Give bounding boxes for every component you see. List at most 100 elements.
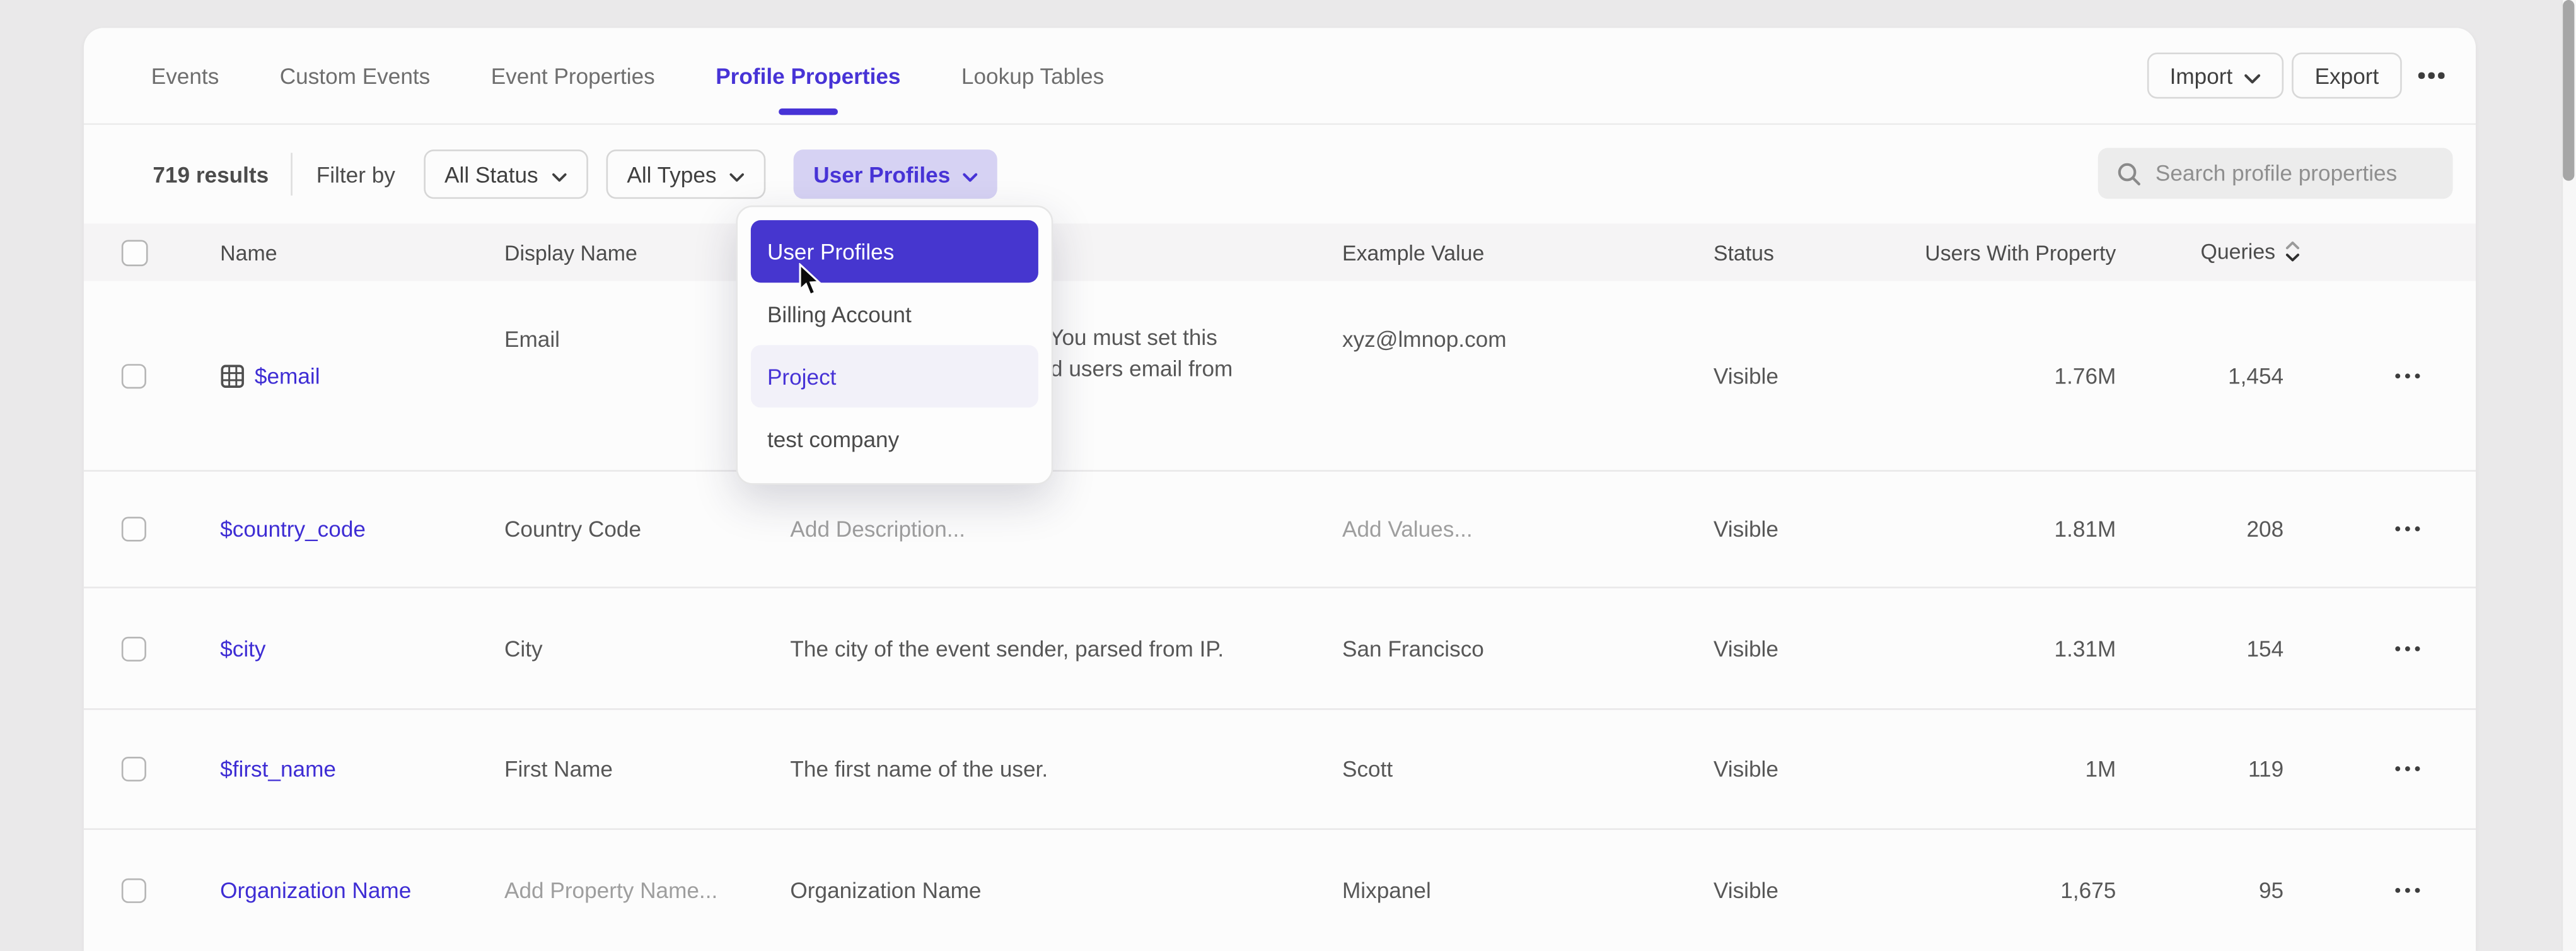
more-actions-button[interactable]: [2410, 52, 2453, 98]
column-header-display-name: Display Name: [504, 240, 637, 264]
tab-events[interactable]: Events: [151, 27, 219, 124]
search-input[interactable]: [2155, 161, 2435, 185]
status-cell: Visible: [1714, 878, 1778, 903]
tab-bar: Events Custom Events Event Properties Pr…: [84, 28, 2476, 125]
queries-cell: 208: [2246, 517, 2283, 542]
property-name-link[interactable]: $email: [220, 363, 320, 388]
type-filter-dropdown[interactable]: All Types: [606, 149, 766, 199]
description-cell[interactable]: The city of the event sender, parsed fro…: [790, 636, 1224, 660]
row-checkbox[interactable]: [122, 757, 146, 781]
row-more-button[interactable]: [2392, 366, 2423, 385]
more-icon: [2419, 73, 2425, 78]
users-with-property-cell: 1.31M: [2055, 636, 2116, 660]
tab-event-properties[interactable]: Event Properties: [491, 27, 655, 124]
table-row[interactable]: $first_name First Name The first name of…: [84, 708, 2476, 828]
scrollbar-thumb[interactable]: [2563, 0, 2574, 181]
users-with-property-cell: 1M: [2085, 757, 2116, 781]
export-label: Export: [2315, 63, 2379, 88]
sort-icon: [2285, 240, 2300, 266]
table-row[interactable]: $email Email The user's email address. Y…: [84, 281, 2476, 470]
example-value-cell[interactable]: Add Values...: [1342, 517, 1473, 542]
property-name-link[interactable]: Organization Name: [220, 878, 411, 903]
row-checkbox[interactable]: [122, 363, 146, 388]
example-value-cell[interactable]: xyz@lmnop.com: [1342, 327, 1507, 352]
status-cell: Visible: [1714, 636, 1778, 660]
row-checkbox[interactable]: [122, 636, 146, 660]
table-row[interactable]: $city City The city of the event sender,…: [84, 586, 2476, 708]
chevron-down-icon: [552, 162, 566, 187]
users-with-property-cell: 1.76M: [2055, 363, 2116, 388]
display-name-cell[interactable]: Email: [504, 327, 560, 352]
dropdown-item-billing-account[interactable]: Billing Account: [751, 283, 1038, 345]
property-name-link[interactable]: $city: [220, 636, 265, 660]
mouse-cursor-icon: [798, 263, 823, 306]
dropdown-item-user-profiles[interactable]: User Profiles: [751, 220, 1038, 283]
example-value-cell[interactable]: San Francisco: [1342, 636, 1484, 660]
filter-bar: 719 results Filter by All Status All Typ…: [84, 125, 2476, 223]
display-name-cell[interactable]: Country Code: [504, 517, 641, 542]
tab-custom-events[interactable]: Custom Events: [280, 27, 431, 124]
column-header-example-value: Example Value: [1342, 240, 1484, 264]
profile-properties-page: Events Custom Events Event Properties Pr…: [0, 0, 2576, 951]
row-more-button[interactable]: [2392, 882, 2423, 901]
tab-lookup-tables[interactable]: Lookup Tables: [961, 27, 1104, 124]
lexicon-card: Events Custom Events Event Properties Pr…: [84, 28, 2476, 951]
status-filter-dropdown[interactable]: All Status: [423, 149, 588, 199]
more-icon: [2395, 888, 2401, 894]
status-filter-label: All Status: [444, 162, 538, 187]
more-icon: [2395, 373, 2401, 378]
select-all-checkbox[interactable]: [122, 239, 148, 265]
example-value-cell[interactable]: Mixpanel: [1342, 878, 1431, 903]
search-box: [2098, 148, 2453, 199]
display-name-cell[interactable]: Add Property Name...: [504, 878, 717, 903]
users-with-property-cell: 1,675: [2060, 878, 2116, 903]
more-icon: [2395, 527, 2401, 532]
example-value-cell[interactable]: Scott: [1342, 757, 1393, 781]
header-actions: Import Export: [2147, 52, 2452, 98]
queries-cell: 95: [2259, 878, 2283, 903]
type-filter-label: All Types: [627, 162, 716, 187]
status-cell: Visible: [1714, 517, 1778, 542]
search-icon: [2116, 160, 2142, 187]
display-name-cell[interactable]: City: [504, 636, 543, 660]
tab-profile-properties[interactable]: Profile Properties: [716, 27, 900, 124]
property-name-link[interactable]: $country_code: [220, 517, 366, 542]
row-more-button[interactable]: [2392, 520, 2423, 539]
description-cell[interactable]: Add Description...: [790, 517, 965, 542]
row-more-button[interactable]: [2392, 760, 2423, 779]
chevron-down-icon: [963, 162, 978, 187]
queries-cell: 1,454: [2228, 363, 2283, 388]
queries-cell: 154: [2246, 636, 2283, 660]
queries-cell: 119: [2248, 757, 2283, 781]
entity-filter-label: User Profiles: [813, 162, 950, 187]
description-cell[interactable]: Organization Name: [790, 878, 981, 903]
table-row[interactable]: $country_code Country Code Add Descripti…: [84, 470, 2476, 586]
table-row[interactable]: Organization Name Add Property Name... O…: [84, 828, 2476, 951]
column-header-users-with-property: Users With Property: [1925, 240, 2116, 264]
chevron-down-icon: [2244, 63, 2261, 88]
column-header-name: Name: [220, 240, 277, 264]
property-name-link[interactable]: $first_name: [220, 757, 336, 781]
export-button[interactable]: Export: [2292, 52, 2402, 98]
divider: [290, 153, 292, 195]
entity-filter-dropdown[interactable]: User Profiles: [794, 149, 998, 199]
column-header-status: Status: [1714, 240, 1774, 264]
row-checkbox[interactable]: [122, 517, 146, 542]
row-more-button[interactable]: [2392, 639, 2423, 658]
table-header: Name Display Name Description Example Va…: [84, 223, 2476, 281]
status-cell: Visible: [1714, 363, 1778, 388]
users-with-property-cell: 1.81M: [2055, 517, 2116, 542]
more-icon: [2395, 766, 2401, 772]
chevron-down-icon: [729, 162, 744, 187]
dropdown-item-test-company[interactable]: test company: [751, 407, 1038, 470]
column-header-queries[interactable]: Queries: [2200, 238, 2300, 266]
description-cell[interactable]: The first name of the user.: [790, 757, 1048, 781]
display-name-cell[interactable]: First Name: [504, 757, 613, 781]
row-checkbox[interactable]: [122, 878, 146, 903]
status-cell: Visible: [1714, 757, 1778, 781]
dropdown-item-project[interactable]: Project: [751, 345, 1038, 407]
filter-by-label: Filter by: [316, 162, 395, 187]
import-label: Import: [2170, 63, 2233, 88]
import-button[interactable]: Import: [2147, 52, 2283, 98]
table-grid-icon: [220, 363, 245, 388]
